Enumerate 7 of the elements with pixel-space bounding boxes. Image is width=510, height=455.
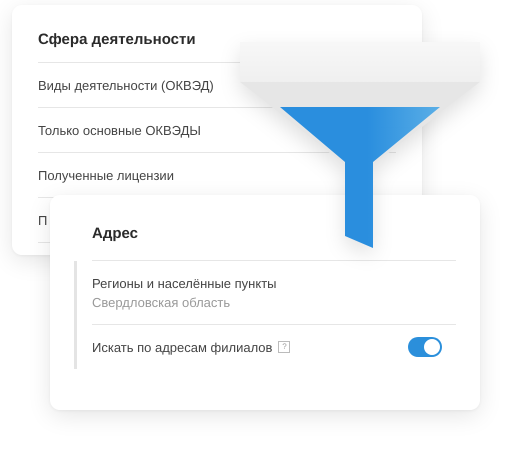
field-label: Регионы и населённые пункты [92, 276, 278, 291]
field-label: Искать по адресам филиалов [92, 340, 272, 354]
filter-item[interactable]: Полученные лицензии [38, 168, 174, 182]
filter-item[interactable]: Только основные ОКВЭДЫ [38, 122, 201, 138]
toggle-switch[interactable] [408, 337, 442, 357]
filter-item[interactable]: Виды деятельности (ОКВЭД) [38, 78, 214, 92]
filter-item[interactable]: П [38, 212, 48, 228]
